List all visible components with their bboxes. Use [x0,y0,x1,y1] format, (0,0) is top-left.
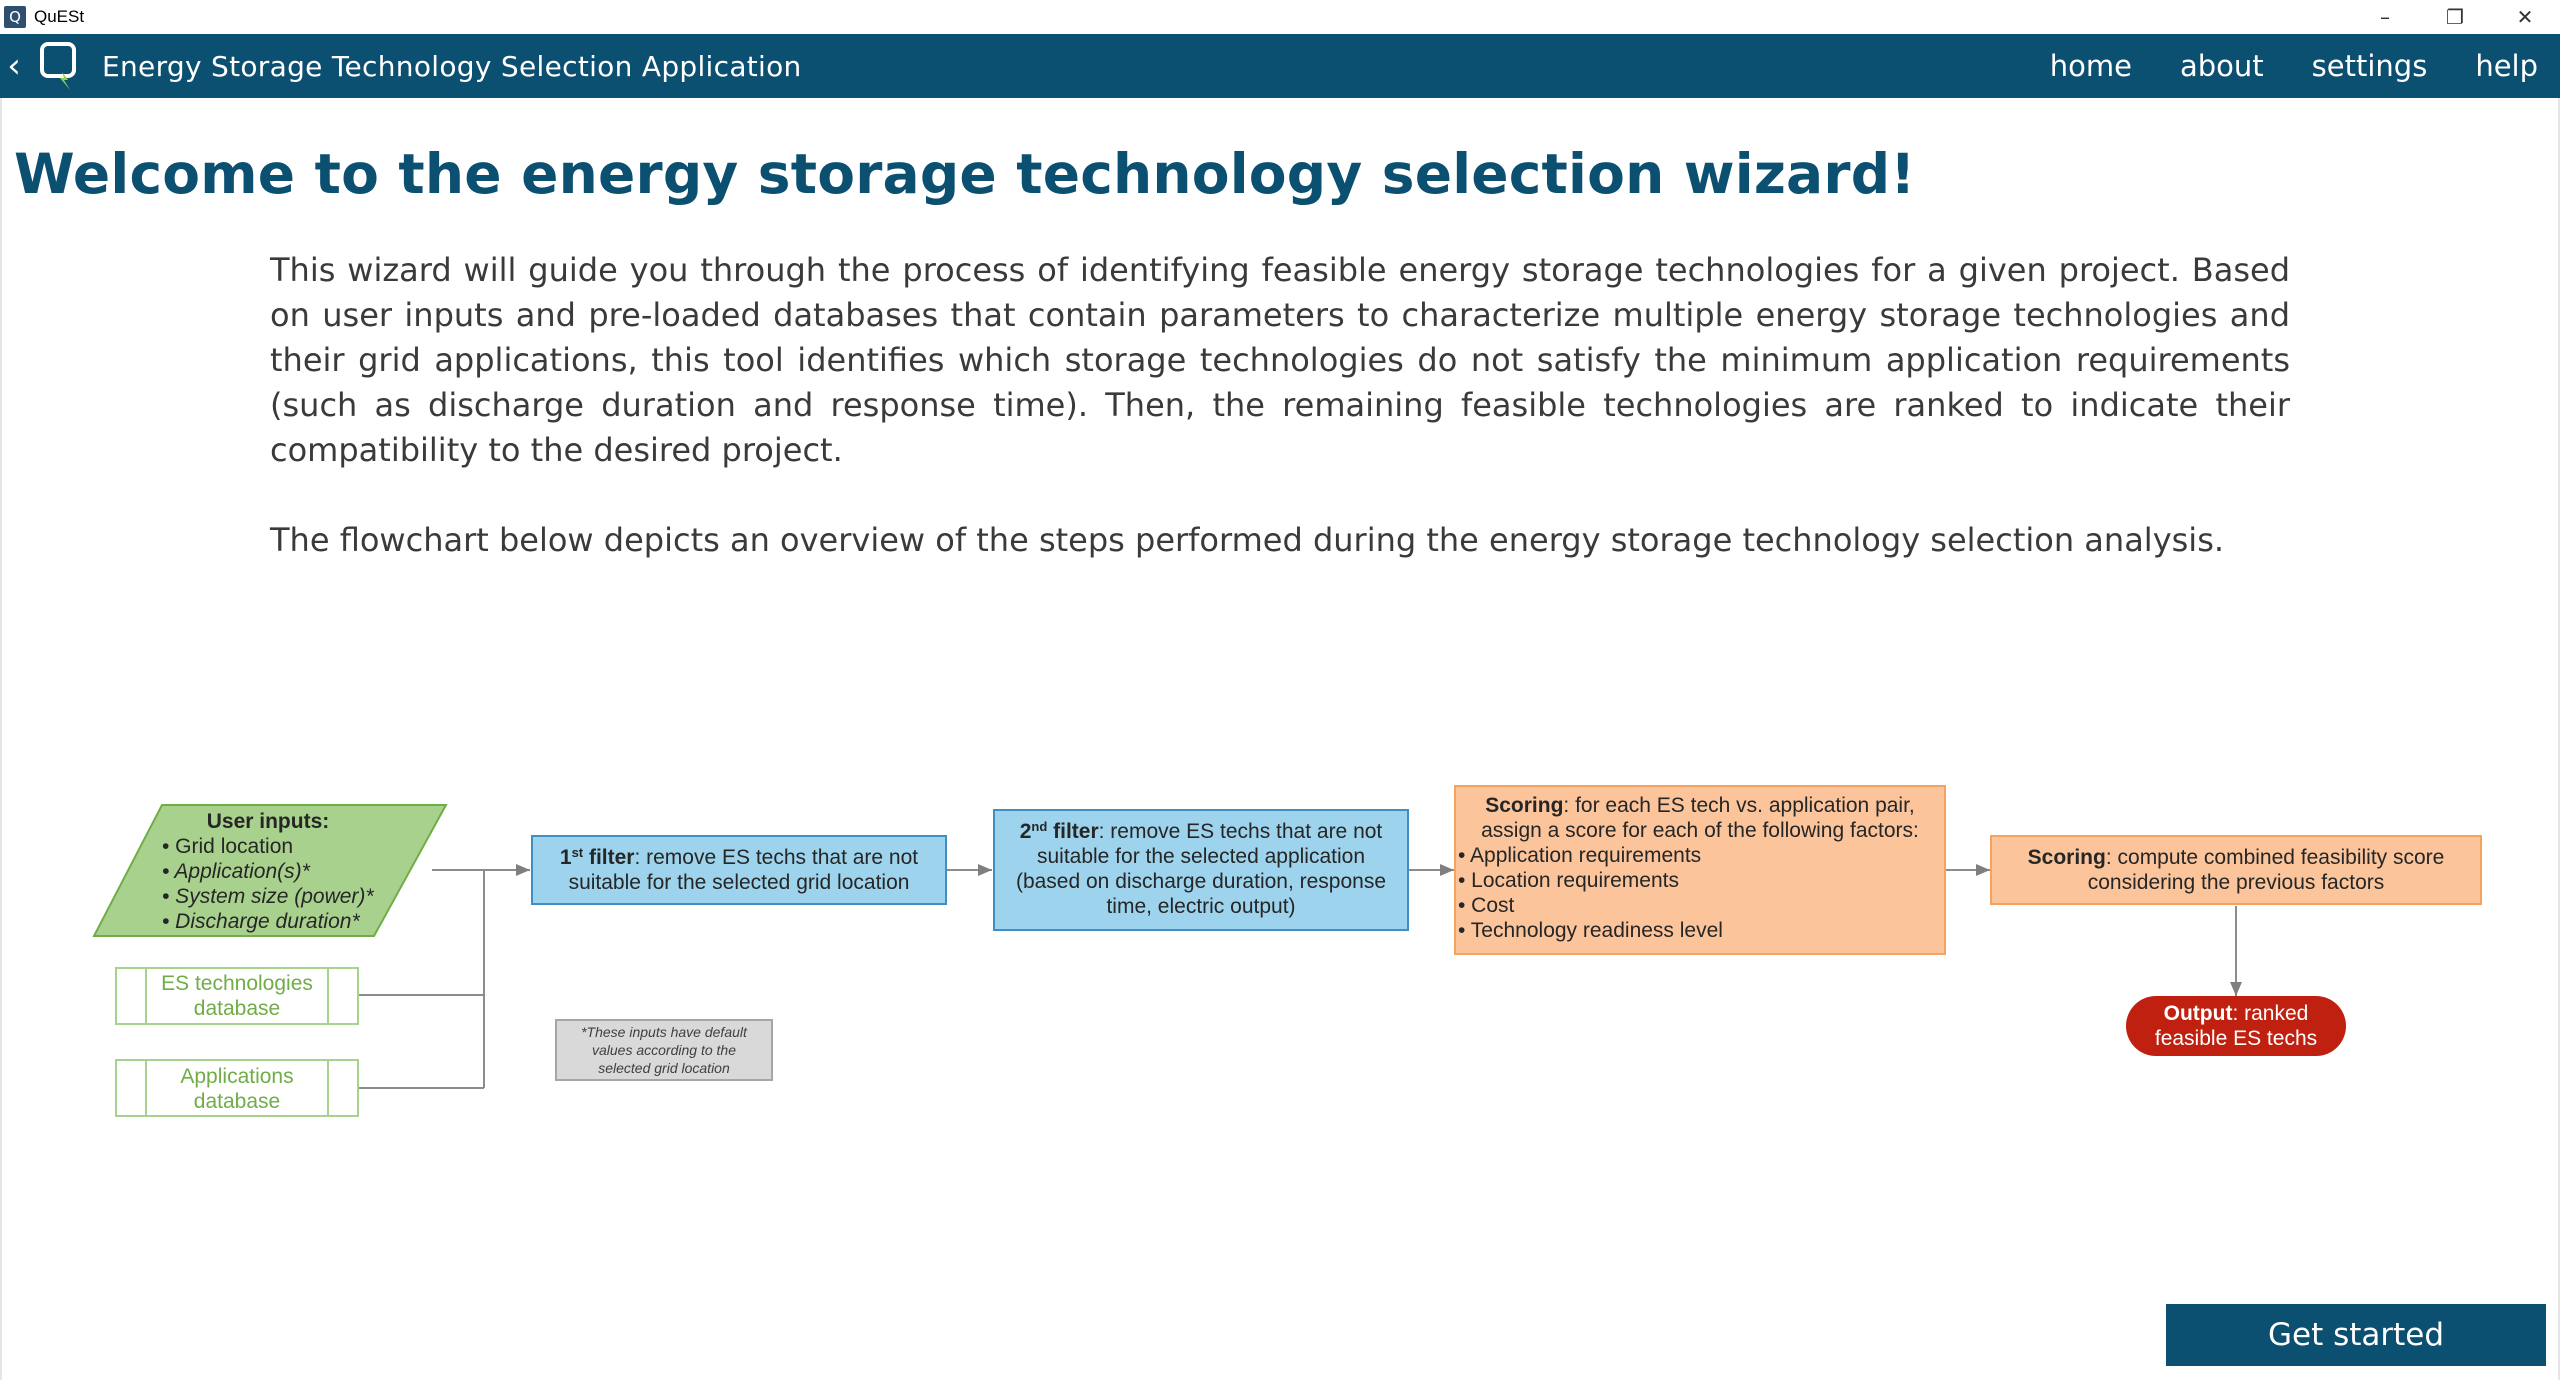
filter1-label-word: filter [583,846,634,869]
output-desc1: : ranked [2232,1002,2308,1025]
user-input-item: • Discharge duration* [162,910,360,933]
scoring-factors-node: Scoring: for each ES tech vs. applicatio… [1454,785,1946,955]
output-label: Output [2164,1002,2233,1025]
chevron-left-icon[interactable]: ‹ [0,34,28,98]
user-input-item: • Application(s)* [162,860,311,883]
page-title: Welcome to the energy storage technology… [14,142,1916,206]
left-border [0,98,2,1380]
first-filter-node: 1st filter: remove ES techs that are not… [531,835,947,905]
restore-icon[interactable]: ❐ [2420,0,2490,34]
scoring-combined-node: Scoring: compute combined feasibility sc… [1990,835,2482,905]
output-node: Output: ranked feasible ES techs [2126,996,2346,1056]
nav-about[interactable]: about [2180,49,2264,83]
window-title: QuESt [34,7,85,26]
es-db-label-line1: ES technologies [161,972,313,995]
filter2-line2: suitable for the selected application [1037,845,1365,868]
app-title: Energy Storage Technology Selection Appl… [102,49,802,83]
filter1-line1: 1st filter: remove ES techs that are not [560,845,918,869]
flowchart-diagram: User inputs: • Grid location • Applicati… [92,785,2482,1117]
filter2-desc1: : remove ES techs that are not [1099,820,1383,843]
scoring2-label: Scoring [2028,846,2106,869]
filter2-label-word: filter [1047,820,1098,843]
app-icon: Q [4,6,26,28]
app-bar: ‹ Energy Storage Technology Selection Ap… [0,34,2560,98]
scoring1-item: • Technology readiness level [1458,919,1723,942]
close-icon[interactable]: ✕ [2490,0,2560,34]
user-input-item: • Grid location [162,835,293,858]
scoring1-item: • Cost [1458,894,1515,917]
scoring2-line1: Scoring: compute combined feasibility sc… [2028,846,2445,869]
second-filter-node: 2nd filter: remove ES techs that are not… [993,809,1409,931]
scoring2-line2: considering the previous factors [2088,871,2385,894]
filter2-label-num: 2 [1020,820,1032,843]
output-line1: Output: ranked [2164,1002,2309,1025]
quest-logo-icon [40,42,76,90]
filter1-line2: suitable for the selected grid location [569,871,910,894]
filter2-label-sup: nd [1031,819,1047,834]
note-line2: values according to the [592,1042,736,1058]
app-db-label-line2: database [194,1090,280,1113]
user-input-item: • System size (power)* [162,885,374,908]
scoring1-desc1: : for each ES tech vs. application pair, [1563,794,1914,817]
filter2-line1: 2nd filter: remove ES techs that are not [1020,819,1383,843]
minimize-icon[interactable]: – [2350,0,2420,34]
flowchart-intro: The flowchart below depicts an overview … [270,521,2225,559]
note-line1: *These inputs have default [581,1024,748,1040]
scoring1-line2: assign a score for each of the following… [1481,819,1919,842]
filter2-line4: time, electric output) [1106,895,1295,918]
user-inputs-node: User inputs: • Grid location • Applicati… [92,804,448,937]
app-db-label-line1: Applications [180,1065,293,1088]
scoring1-label: Scoring [1485,794,1563,817]
window-controls: – ❐ ✕ [2350,0,2560,34]
note-line3: selected grid location [598,1060,730,1076]
filter1-desc1: : remove ES techs that are not [634,846,918,869]
nav-home[interactable]: home [2050,49,2132,83]
applications-database-node: Applications database [115,1059,359,1117]
filter1-label-sup: st [572,845,584,860]
es-db-label-line2: database [194,997,280,1020]
window-titlebar: Q QuESt – ❐ ✕ [0,0,2560,34]
top-nav: home about settings help [2050,34,2560,98]
filter1-label-num: 1 [560,846,572,869]
scoring2-desc1: : compute combined feasibility score [2106,846,2445,869]
scoring1-line1: Scoring: for each ES tech vs. applicatio… [1485,794,1915,817]
es-technologies-database-node: ES technologies database [115,967,359,1025]
default-inputs-note: *These inputs have default values accord… [555,1019,773,1081]
nav-settings[interactable]: settings [2312,49,2428,83]
scoring1-item: • Application requirements [1458,844,1701,867]
scoring1-item: • Location requirements [1458,869,1679,892]
filter2-line3: (based on discharge duration, response [1016,870,1386,893]
intro-paragraph: This wizard will guide you through the p… [270,251,2290,469]
output-line2: feasible ES techs [2155,1027,2317,1050]
nav-help[interactable]: help [2475,49,2538,83]
get-started-button[interactable]: Get started [2166,1304,2546,1366]
user-inputs-title: User inputs: [207,810,330,833]
